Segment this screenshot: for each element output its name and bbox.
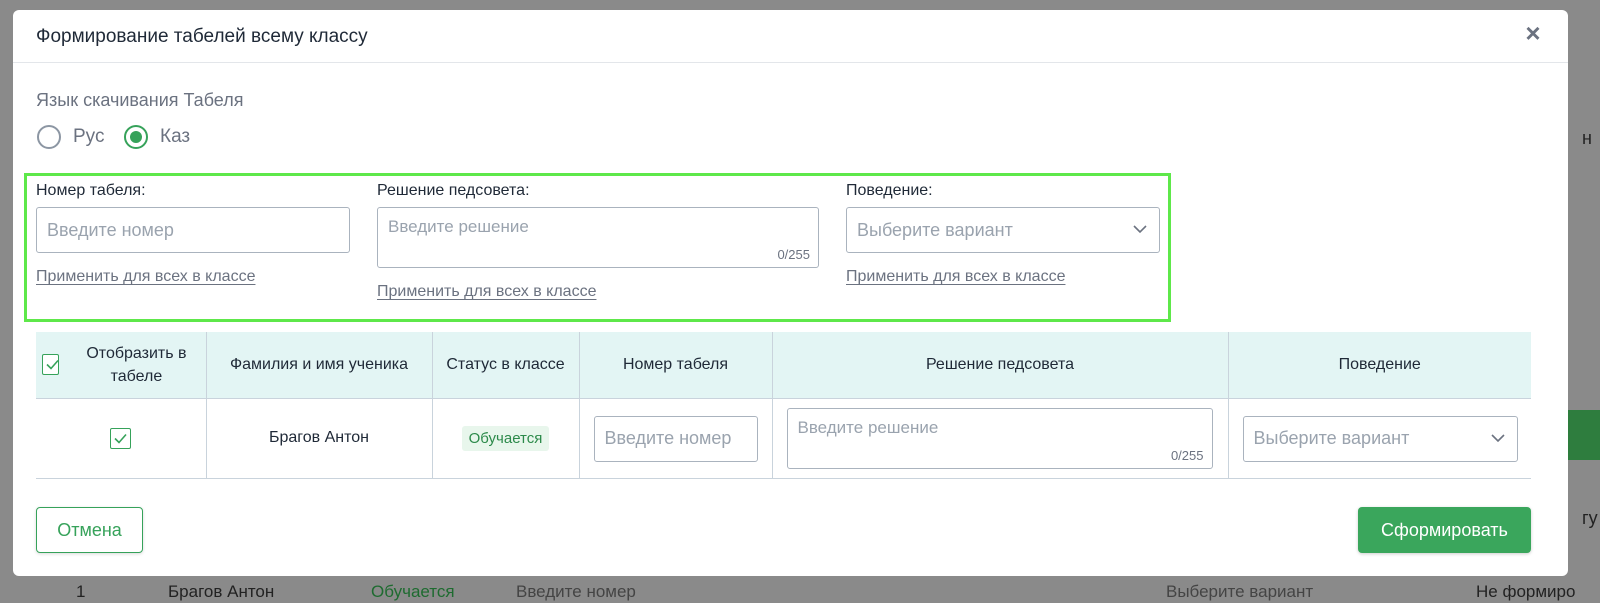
background-row-name: Брагов Антон xyxy=(168,582,275,601)
background-row-result: Не формиро xyxy=(1476,582,1576,601)
header-show: Отобразить в табеле xyxy=(36,332,207,399)
apply-behavior-link[interactable]: Применить для всех в классе xyxy=(846,268,1065,286)
background-text-fragment: гу xyxy=(1582,508,1598,528)
bulk-number-placeholder: Введите номер xyxy=(47,219,174,240)
students-table: Отобразить в табеле Фамилия и имя ученик… xyxy=(36,332,1531,479)
header-decision: Решение педсовета xyxy=(772,332,1229,399)
row-behavior-select[interactable]: Выберите вариант xyxy=(1242,415,1518,462)
radio-circle-kaz[interactable] xyxy=(124,125,148,149)
submit-button[interactable]: Сформировать xyxy=(1358,507,1531,553)
row-behavior-cell: Выберите вариант xyxy=(1228,398,1531,479)
bulk-number-input[interactable]: Введите номер xyxy=(36,207,350,253)
chevron-down-icon xyxy=(1490,433,1505,442)
row-number-placeholder: Введите номер xyxy=(604,428,732,448)
radio-label-rus: Рус xyxy=(73,126,105,147)
bulk-report-modal: Формирование табелей всему классу × Язык… xyxy=(13,10,1568,576)
radio-kaz[interactable]: Каз xyxy=(124,125,190,149)
apply-number-link[interactable]: Применить для всех в классе xyxy=(36,268,255,286)
header-status: Статус в классе xyxy=(432,332,580,399)
row-student-name: Брагов Антон xyxy=(206,398,433,479)
background-table-row: 1 Брагов Антон Обучается Введите номер В… xyxy=(36,578,1600,603)
bulk-decision-placeholder: Введите решение xyxy=(388,217,529,236)
table-header-row: Отобразить в табеле Фамилия и имя ученик… xyxy=(36,332,1531,399)
behavior-label: Поведение: xyxy=(846,182,933,199)
bulk-behavior-select[interactable]: Выберите вариант xyxy=(846,207,1160,253)
radio-rus[interactable]: Рус xyxy=(37,125,104,149)
header-name: Фамилия и имя ученика xyxy=(206,332,433,399)
row-decision-cell: Введите решение 0/255 xyxy=(772,398,1229,479)
row-show-cell xyxy=(36,398,207,479)
select-all-checkbox[interactable] xyxy=(42,354,60,376)
row-show-checkbox[interactable] xyxy=(110,427,132,449)
check-icon xyxy=(114,433,127,444)
row-status-cell: Обучается xyxy=(432,398,580,479)
row-decision-textarea[interactable]: Введите решение 0/255 xyxy=(786,407,1213,469)
background-text-fragment: н xyxy=(1582,128,1592,148)
decision-label: Решение педсовета: xyxy=(377,182,530,199)
number-label: Номер табеля: xyxy=(36,182,146,199)
cancel-button[interactable]: Отмена xyxy=(36,507,143,553)
modal-title: Формирование табелей всему классу xyxy=(36,26,368,47)
apply-decision-link[interactable]: Применить для всех в классе xyxy=(377,283,596,301)
background-green-button xyxy=(1568,410,1600,460)
bulk-fields-highlight: Номер табеля: Введите номер Применить дл… xyxy=(24,173,1171,322)
close-icon[interactable]: × xyxy=(1520,20,1546,46)
bulk-behavior-placeholder: Выберите вариант xyxy=(857,219,1013,240)
background-row-number: Введите номер xyxy=(516,582,636,601)
status-badge: Обучается xyxy=(461,425,550,451)
radio-label-kaz: Каз xyxy=(160,126,191,147)
background-row-behavior: Выберите вариант xyxy=(1166,582,1314,601)
language-label: Язык скачивания Табеля xyxy=(36,90,244,110)
bulk-decision-textarea[interactable]: Введите решение 0/255 xyxy=(377,207,819,268)
row-number-input[interactable]: Введите номер xyxy=(593,415,758,462)
header-behavior: Поведение xyxy=(1228,332,1531,399)
bulk-decision-counter: 0/255 xyxy=(777,247,810,262)
row-decision-placeholder: Введите решение xyxy=(797,417,939,437)
header-show-label: Отобразить в табеле xyxy=(86,344,187,385)
background-row-status: Обучается xyxy=(371,582,455,601)
modal-header: Формирование табелей всему классу × xyxy=(13,10,1568,63)
row-number-cell: Введите номер xyxy=(579,398,773,479)
radio-circle-rus[interactable] xyxy=(37,125,61,149)
background-row-index: 1 xyxy=(76,582,86,601)
check-icon xyxy=(46,360,59,370)
table-row: Брагов Антон Обучается Введите номер Вве… xyxy=(36,398,1531,479)
row-behavior-placeholder: Выберите вариант xyxy=(1253,428,1410,448)
chevron-down-icon xyxy=(1133,225,1147,234)
header-number: Номер табеля xyxy=(579,332,773,399)
row-decision-counter: 0/255 xyxy=(1170,447,1204,463)
